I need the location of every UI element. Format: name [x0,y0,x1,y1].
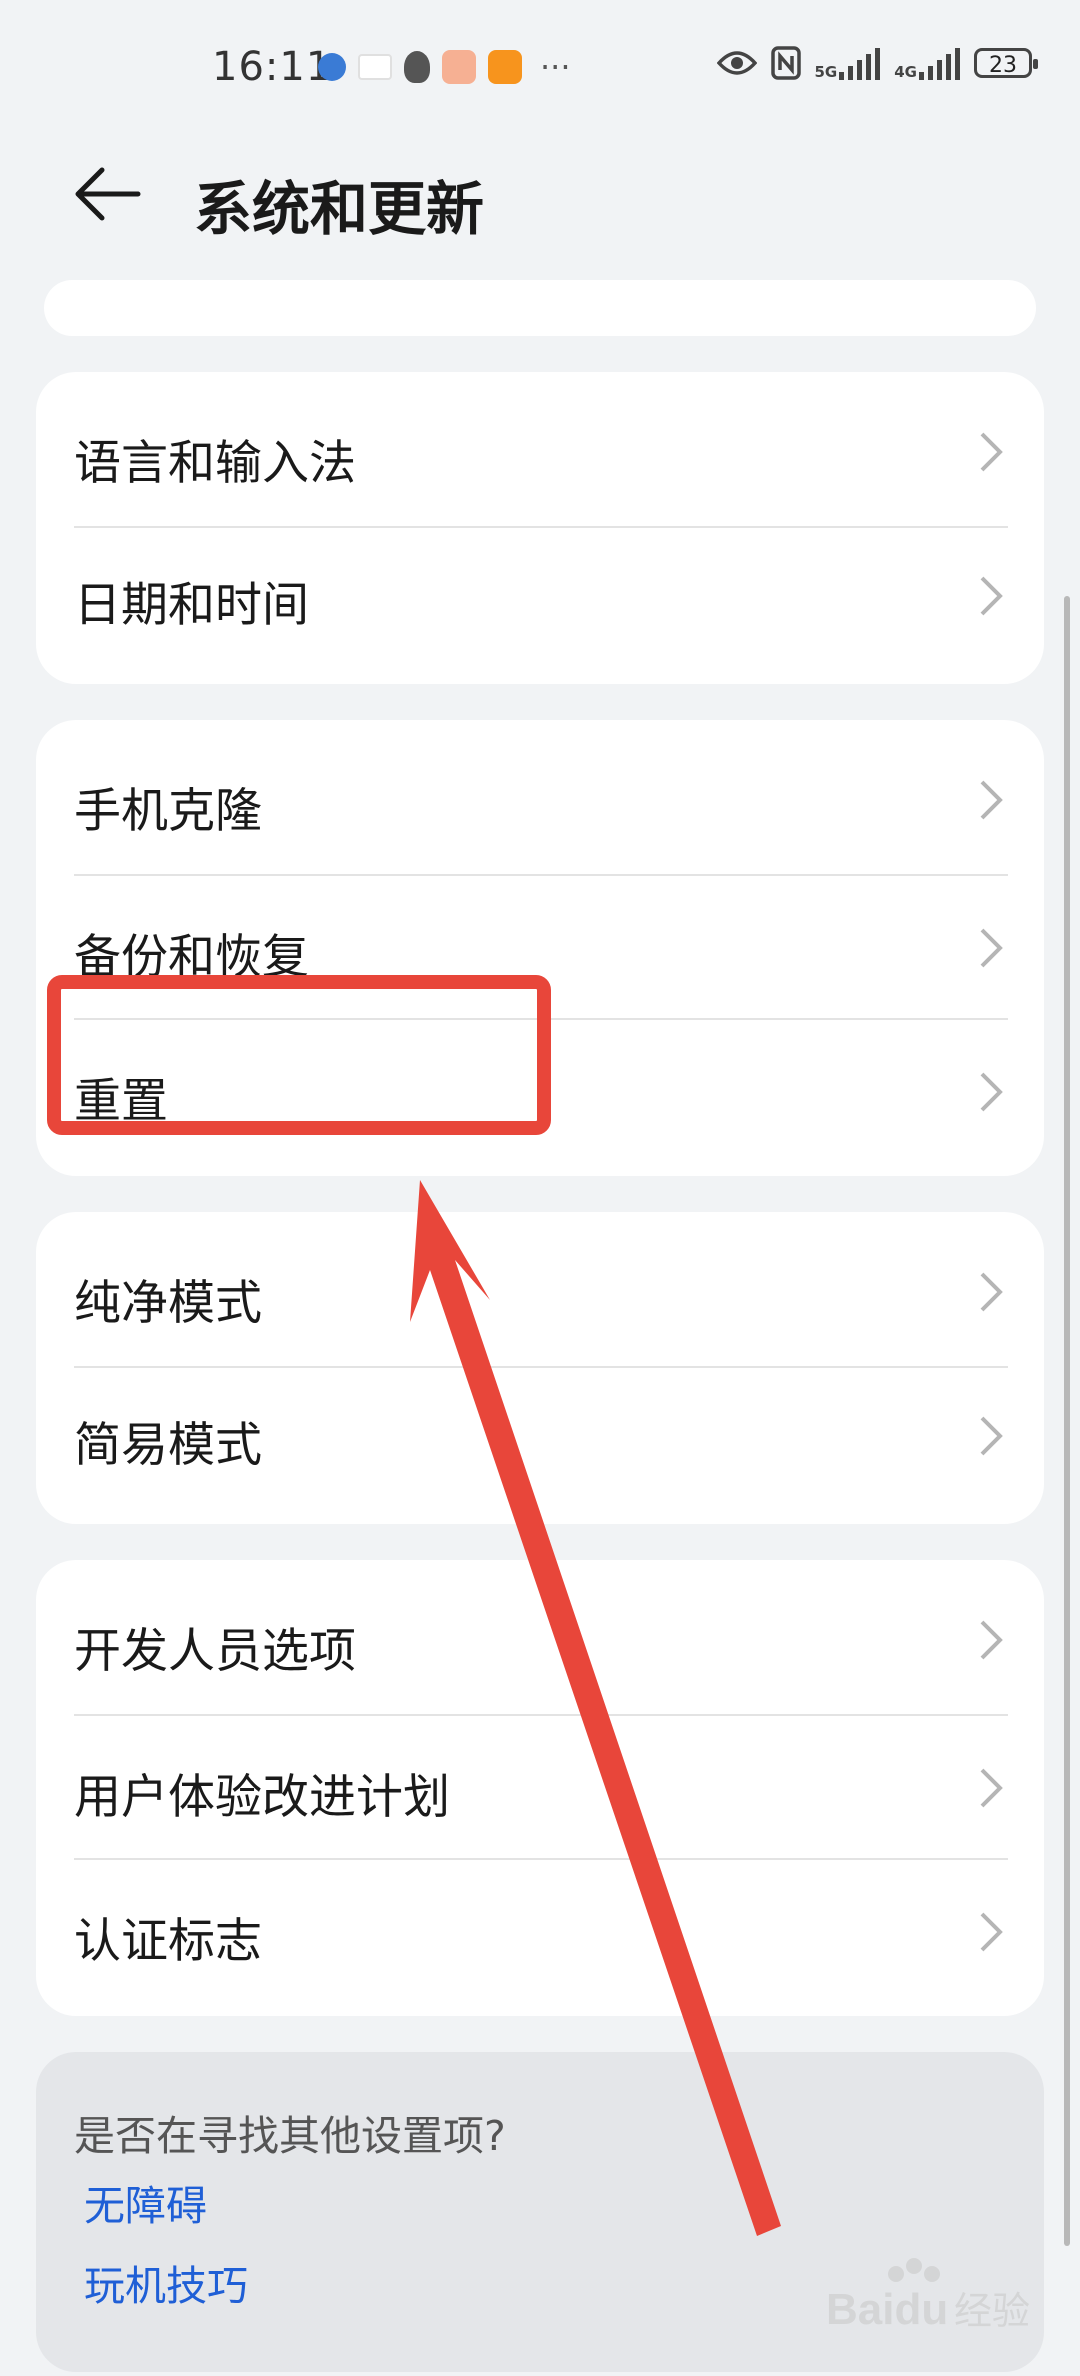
suggestion-question: 是否在寻找其他设置项? [74,2112,506,2160]
settings-group-developer: 开发人员选项 用户体验改进计划 认证标志 [36,1560,1044,2016]
browser-app-icon [318,53,346,81]
chevron-right-icon [980,1272,1003,1312]
status-bar: 16:11 ··· 5G 4G 23 [0,0,1080,130]
back-arrow-icon[interactable] [72,164,142,224]
chevron-right-icon [980,928,1003,968]
reading-app-icon [442,50,476,84]
settings-item-label: 用户体验改进计划 [74,1770,450,1825]
settings-item-simple-mode[interactable]: 简易模式 [36,1368,1044,1524]
settings-group-language: 语言和输入法 日期和时间 [36,372,1044,684]
settings-item-reset[interactable]: 重置 [36,1020,1044,1176]
settings-item-label: 重置 [74,1074,168,1129]
nfc-icon [770,46,801,80]
more-notifications-icon: ··· [540,48,571,86]
settings-item-label: 认证标志 [74,1914,262,1969]
settings-screen: 16:11 ··· 5G 4G 23 系统和更新 语言和输入法 日期和时间 手机… [0,0,1080,2376]
settings-item-date-time[interactable]: 日期和时间 [36,528,1044,684]
system-icons: 5G 4G 23 [716,46,1038,81]
settings-item-label: 手机克隆 [74,784,262,839]
settings-item-ux-improvement[interactable]: 用户体验改进计划 [36,1716,1044,1860]
taobao-app-icon [488,50,522,84]
signal-icon-sim2 [919,46,960,80]
chevron-right-icon [980,1912,1003,1952]
settings-item-label: 开发人员选项 [74,1624,356,1679]
scrollbar[interactable] [1064,596,1070,2246]
settings-group-modes: 纯净模式 简易模式 [36,1212,1044,1524]
chevron-right-icon [980,780,1003,820]
baidu-jingyan-watermark: Baidu 经验 [826,2258,1030,2334]
settings-item-label: 语言和输入法 [74,436,356,491]
settings-item-backup-restore[interactable]: 备份和恢复 [36,876,1044,1020]
svg-text:经验: 经验 [954,2289,1030,2333]
settings-item-label: 备份和恢复 [74,930,309,985]
signal-icon-sim1 [839,46,881,80]
battery-icon: 23 [974,48,1038,78]
status-time: 16:11 [212,44,333,90]
notification-icons: ··· [318,50,571,84]
chevron-right-icon [980,432,1003,472]
chevron-right-icon [980,1416,1003,1456]
accessibility-link[interactable]: 无障碍 [84,2172,207,2232]
page-title: 系统和更新 [194,175,485,243]
settings-group-backup: 手机克隆 备份和恢复 重置 [36,720,1044,1176]
settings-item-phone-clone[interactable]: 手机克隆 [36,720,1044,876]
network-type-5g: 5G [814,63,838,81]
annotation-overlay [47,975,781,2236]
settings-item-pure-mode[interactable]: 纯净模式 [36,1212,1044,1368]
video-app-icon [358,54,392,80]
settings-item-label: 纯净模式 [74,1276,262,1331]
page-header: 系统和更新 [0,140,1080,250]
chevron-right-icon [980,1072,1003,1112]
chevron-right-icon [980,1768,1003,1808]
scrolled-card-remnant [44,280,1036,336]
chevron-right-icon [980,576,1003,616]
network-type-4g: 4G [894,63,917,81]
chevron-right-icon [980,1620,1003,1660]
qq-icon [404,51,430,83]
settings-item-label: 简易模式 [74,1418,262,1473]
eye-comfort-icon [716,51,757,75]
tips-link[interactable]: 玩机技巧 [84,2252,248,2312]
settings-item-label: 日期和时间 [74,578,309,633]
svg-text:Baidu: Baidu [826,2285,948,2334]
settings-item-language-input[interactable]: 语言和输入法 [36,372,1044,528]
settings-item-certification[interactable]: 认证标志 [36,1860,1044,2016]
settings-item-developer-options[interactable]: 开发人员选项 [36,1560,1044,1716]
